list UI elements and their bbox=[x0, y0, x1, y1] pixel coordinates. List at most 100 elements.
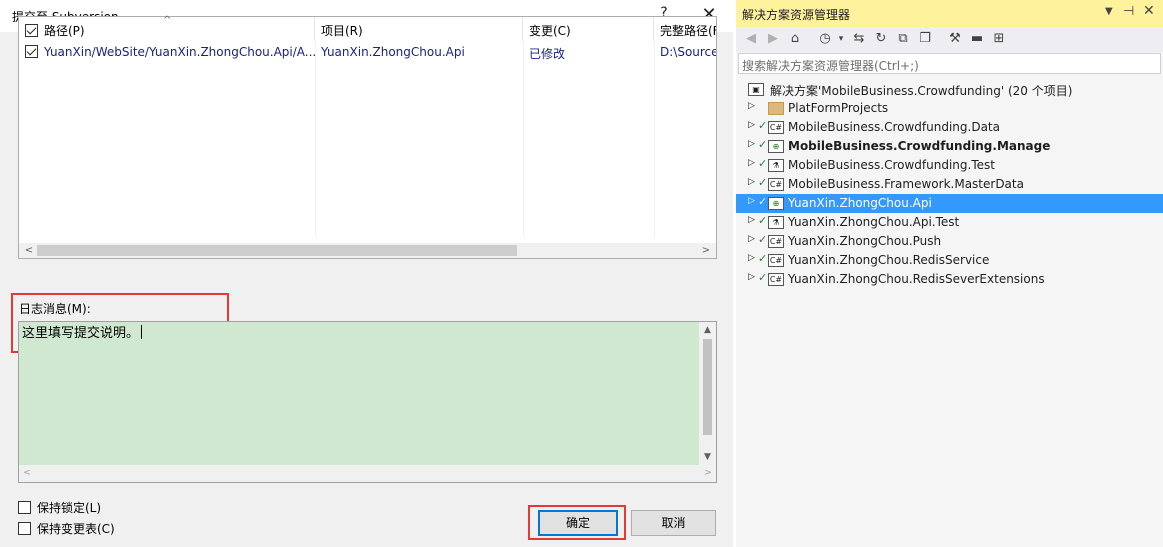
row-checkbox[interactable] bbox=[25, 45, 38, 58]
column-separator bbox=[523, 41, 524, 237]
expand-icon[interactable]: ▷ bbox=[748, 272, 755, 282]
tree-item-label: MobileBusiness.Crowdfunding.Manage bbox=[788, 139, 1051, 153]
tree-item-project[interactable]: ▷ ✓ C# YuanXin.ZhongChou.RedisSeverExten… bbox=[736, 270, 1163, 289]
list-horizontal-scrollbar[interactable]: < > bbox=[19, 243, 716, 258]
refresh-icon[interactable]: ↻ bbox=[872, 30, 890, 48]
checked-in-icon: ✓ bbox=[758, 195, 768, 208]
tree-item-project[interactable]: ▷ ✓ C# MobileBusiness.Framework.MasterDa… bbox=[736, 175, 1163, 194]
web-project-icon: ⊕ bbox=[768, 140, 784, 153]
panel-title: 解决方案资源管理器 bbox=[742, 8, 851, 22]
log-message-value: 这里填写提交说明。 bbox=[22, 326, 140, 341]
tree-item-label: MobileBusiness.Crowdfunding.Test bbox=[788, 158, 995, 172]
csharp-project-icon: C# bbox=[768, 121, 784, 134]
tree-item-project[interactable]: ▷ ✓ C# MobileBusiness.Crowdfunding.Data bbox=[736, 118, 1163, 137]
home-icon[interactable]: ⌂ bbox=[786, 30, 804, 48]
tree-item-solution[interactable]: ▣ 解决方案'MobileBusiness.Crowdfunding' (20 … bbox=[736, 80, 1163, 99]
forward-icon[interactable]: ▶ bbox=[764, 30, 782, 48]
tree-item-label: MobileBusiness.Framework.MasterData bbox=[788, 177, 1024, 191]
keep-changelist-checkbox[interactable] bbox=[18, 522, 31, 535]
scroll-left-icon[interactable]: < bbox=[21, 243, 37, 258]
keep-changelist-label: 保持变更表(C) bbox=[37, 522, 115, 536]
cancel-button[interactable]: 取消 bbox=[631, 510, 716, 536]
tree-item-platformprojects[interactable]: ▷ PlatFormProjects bbox=[736, 99, 1163, 118]
keep-locks-checkbox[interactable] bbox=[18, 501, 31, 514]
checked-in-icon: ✓ bbox=[758, 119, 768, 132]
copy-icon[interactable]: ❐ bbox=[916, 30, 934, 48]
tree-item-label: MobileBusiness.Crowdfunding.Data bbox=[788, 120, 1000, 134]
scroll-right-icon[interactable]: > bbox=[698, 243, 714, 258]
dropdown-icon[interactable]: ▼ bbox=[1105, 6, 1113, 17]
tree-item-project-selected[interactable]: ▷ ✓ ⊕ YuanXin.ZhongChou.Api bbox=[736, 194, 1163, 213]
properties-icon[interactable]: ⚒ bbox=[946, 30, 964, 48]
column-header-project[interactable]: 项目(R) bbox=[315, 17, 523, 41]
pin-icon[interactable]: ⊣ bbox=[1123, 4, 1134, 19]
checked-in-icon: ✓ bbox=[758, 252, 768, 265]
tree-item-project[interactable]: ▷ ✓ C# YuanXin.ZhongChou.RedisService bbox=[736, 251, 1163, 270]
table-row[interactable]: YuanXin/WebSite/YuanXin.ZhongChou.Api/A.… bbox=[19, 42, 716, 62]
checked-in-icon: ✓ bbox=[758, 176, 768, 189]
folder-icon bbox=[768, 102, 784, 115]
panel-titlebar: 解决方案资源管理器 ▼ ⊣ ✕ bbox=[736, 0, 1163, 27]
log-horizontal-scrollbar[interactable]: < > bbox=[19, 465, 716, 482]
web-project-icon: ⊕ bbox=[768, 197, 784, 210]
back-icon[interactable]: ◀ bbox=[742, 30, 760, 48]
keep-locks-option[interactable]: 保持锁定(L) bbox=[18, 499, 101, 516]
checked-in-icon: ✓ bbox=[758, 214, 768, 227]
tree-item-project[interactable]: ▷ ✓ ⚗ YuanXin.ZhongChou.Api.Test bbox=[736, 213, 1163, 232]
expand-icon[interactable]: ▷ bbox=[748, 196, 755, 206]
sync-icon[interactable]: ⇆ bbox=[850, 30, 868, 48]
scrollbar-thumb[interactable] bbox=[37, 245, 517, 256]
expand-icon[interactable]: ▷ bbox=[748, 215, 755, 225]
row-project: YuanXin.ZhongChou.Api bbox=[321, 45, 465, 59]
tree-item-project[interactable]: ▷ ✓ ⚗ MobileBusiness.Crowdfunding.Test bbox=[736, 156, 1163, 175]
tree-item-project[interactable]: ▷ ✓ ⊕ MobileBusiness.Crowdfunding.Manage bbox=[736, 137, 1163, 156]
checked-in-icon: ✓ bbox=[758, 138, 768, 151]
scroll-right-icon[interactable]: > bbox=[700, 465, 716, 482]
scroll-down-icon[interactable]: ▼ bbox=[699, 449, 716, 465]
expand-icon[interactable]: ▷ bbox=[748, 120, 755, 130]
expand-icon[interactable]: ▷ bbox=[748, 253, 755, 263]
keep-changelist-option[interactable]: 保持变更表(C) bbox=[18, 520, 115, 537]
history-dropdown-icon[interactable]: ▾ bbox=[832, 30, 850, 48]
select-all-checkbox[interactable] bbox=[25, 24, 38, 37]
changed-files-list[interactable]: ^ 路径(P) 项目(R) 变更(C) 完整路径(F YuanXin/WebSi… bbox=[18, 15, 717, 259]
log-message-label: 日志消息(M): bbox=[19, 302, 91, 316]
expand-icon[interactable]: ▷ bbox=[748, 101, 755, 111]
text-caret bbox=[141, 325, 143, 339]
expand-icon[interactable]: ▷ bbox=[748, 158, 755, 168]
log-vertical-scrollbar[interactable]: ▲ ▼ bbox=[699, 322, 716, 465]
ok-button[interactable]: 确定 bbox=[538, 510, 618, 536]
tree-item-project[interactable]: ▷ ✓ C# YuanXin.ZhongChou.Push bbox=[736, 232, 1163, 251]
collapse-icon[interactable]: ⧉ bbox=[894, 30, 912, 48]
tree-item-label: YuanXin.ZhongChou.Push bbox=[788, 234, 942, 248]
column-separator bbox=[654, 41, 655, 237]
row-change: 已修改 bbox=[529, 47, 566, 61]
log-message-input[interactable]: 这里填写提交说明。 ▲ ▼ < > bbox=[18, 321, 717, 483]
checked-in-icon: ✓ bbox=[758, 271, 768, 284]
csharp-project-icon: C# bbox=[768, 178, 784, 191]
csharp-project-icon: C# bbox=[768, 273, 784, 286]
preview-icon[interactable]: ▬ bbox=[968, 30, 986, 48]
column-separator bbox=[315, 41, 316, 237]
scroll-left-icon[interactable]: < bbox=[19, 465, 35, 482]
search-input[interactable]: 搜索解决方案资源管理器(Ctrl+;) bbox=[738, 53, 1161, 74]
tree-item-label: YuanXin.ZhongChou.Api.Test bbox=[788, 215, 960, 229]
expand-icon[interactable]: ▷ bbox=[748, 139, 755, 149]
column-header-fullpath[interactable]: 完整路径(F bbox=[654, 17, 716, 41]
test-project-icon: ⚗ bbox=[768, 159, 784, 172]
scrollbar-thumb[interactable] bbox=[703, 339, 712, 435]
column-header-change[interactable]: 变更(C) bbox=[523, 17, 654, 41]
keep-locks-label: 保持锁定(L) bbox=[37, 501, 102, 515]
diagram-icon[interactable]: ⊞ bbox=[990, 30, 1008, 48]
expand-icon[interactable]: ▷ bbox=[748, 234, 755, 244]
expand-icon[interactable]: ▷ bbox=[748, 177, 755, 187]
log-message-text: 这里填写提交说明。 bbox=[22, 322, 143, 341]
tree-item-label: YuanXin.ZhongChou.RedisService bbox=[788, 253, 990, 267]
solution-explorer-panel: 解决方案资源管理器 ▼ ⊣ ✕ ◀ ▶ ⌂ ◷ ▾ ⇆ ↻ ⧉ ❐ ⚒ ▬ ⊞ … bbox=[736, 0, 1163, 547]
column-label: 路径(P) bbox=[44, 24, 85, 38]
scroll-up-icon[interactable]: ▲ bbox=[699, 322, 716, 338]
close-icon[interactable]: ✕ bbox=[1143, 3, 1155, 19]
column-header-path[interactable]: 路径(P) bbox=[19, 17, 315, 41]
tree-item-label: 解决方案'MobileBusiness.Crowdfunding' (20 个项… bbox=[770, 84, 1073, 98]
list-header: 路径(P) 项目(R) 变更(C) 完整路径(F bbox=[19, 17, 716, 41]
